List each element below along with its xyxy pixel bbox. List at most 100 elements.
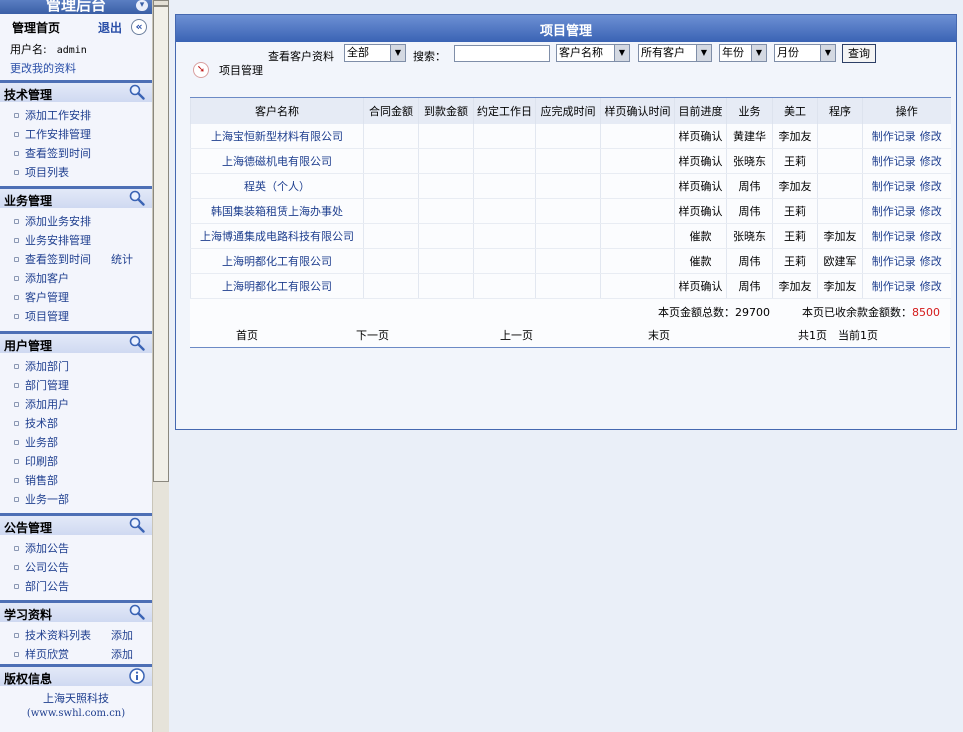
sidebar-item[interactable]: 业务部 — [0, 433, 152, 452]
production-record-link[interactable]: 制作记录 — [872, 130, 916, 143]
sidebar-item[interactable]: 技术资料列表 添加 — [0, 626, 152, 645]
edit-link[interactable]: 修改 — [920, 230, 942, 243]
month-select[interactable]: 月份 ▼ — [774, 44, 836, 62]
cell-client[interactable]: 上海德磁机电有限公司 — [190, 148, 364, 174]
home-link[interactable]: 管理首页 — [12, 19, 60, 36]
scroll-thumb[interactable] — [153, 6, 169, 482]
sidebar-item-label[interactable]: 添加工作安排 — [25, 106, 91, 125]
sidebar-item-label[interactable]: 样页欣赏 — [25, 645, 69, 664]
copyright-company[interactable]: 上海天照科技 — [0, 690, 152, 706]
collapse-sidebar-icon[interactable]: « — [131, 19, 147, 35]
year-select[interactable]: 年份 ▼ — [719, 44, 767, 62]
sidebar-item-label[interactable]: 客户管理 — [25, 288, 69, 307]
sidebar-section-header[interactable]: 公告管理 — [0, 513, 152, 535]
sidebar-item-label[interactable]: 公司公告 — [25, 558, 69, 577]
sidebar-item[interactable]: 客户管理 — [0, 288, 152, 307]
table-row: 上海明都化工有限公司 催款 周伟 王莉 欧建军 制作记录 修改 — [190, 248, 951, 274]
production-record-link[interactable]: 制作记录 — [872, 255, 916, 268]
sidebar-item[interactable]: 添加用户 — [0, 395, 152, 414]
sidebar-section-title: 公告管理 — [4, 521, 53, 535]
sidebar-item[interactable]: 销售部 — [0, 471, 152, 490]
sidebar-item[interactable]: 添加业务安排 — [0, 212, 152, 231]
sidebar-item[interactable]: 印刷部 — [0, 452, 152, 471]
sidebar-item-label[interactable]: 部门公告 — [25, 577, 69, 596]
sidebar-item[interactable]: 查看签到时间 — [0, 144, 152, 163]
cell-client[interactable]: 上海博通集成电路科技有限公司 — [190, 223, 364, 249]
sidebar-item[interactable]: 业务一部 — [0, 490, 152, 509]
sidebar-scrollbar[interactable] — [152, 0, 169, 732]
cell-client[interactable]: 上海宝恒新型材料有限公司 — [190, 123, 364, 149]
sidebar-section-header[interactable]: 用户管理 — [0, 331, 152, 353]
sidebar-item[interactable]: 部门公告 — [0, 577, 152, 596]
sidebar-item[interactable]: 工作安排管理 — [0, 125, 152, 144]
client-select[interactable]: 所有客户 ▼ — [638, 44, 712, 62]
sidebar-item-label[interactable]: 添加客户 — [25, 269, 69, 288]
scope-select[interactable]: 全部 ▼ — [344, 44, 406, 62]
sidebar-item[interactable]: 项目列表 — [0, 163, 152, 182]
sidebar-item-label[interactable]: 业务安排管理 — [25, 231, 91, 250]
sidebar-item-label[interactable]: 添加部门 — [25, 357, 69, 376]
production-record-link[interactable]: 制作记录 — [872, 155, 916, 168]
sidebar-item-label[interactable]: 技术部 — [25, 414, 58, 433]
production-record-link[interactable]: 制作记录 — [872, 180, 916, 193]
sidebar-item-label[interactable]: 查看签到时间 — [25, 144, 91, 163]
edit-link[interactable]: 修改 — [920, 280, 942, 293]
sidebar-item[interactable]: 样页欣赏 添加 — [0, 645, 152, 664]
sidebar-item-label[interactable]: 业务部 — [25, 433, 58, 452]
sidebar-item-label[interactable]: 部门管理 — [25, 376, 69, 395]
sidebar-item[interactable]: 查看签到时间 统计 — [0, 250, 152, 269]
edit-link[interactable]: 修改 — [920, 255, 942, 268]
sidebar-item-label[interactable]: 添加公告 — [25, 539, 69, 558]
cell-client[interactable]: 程英（个人） — [190, 173, 364, 199]
sidebar-item-label[interactable]: 项目列表 — [25, 163, 69, 182]
sidebar-item[interactable]: 添加部门 — [0, 357, 152, 376]
sidebar-item-label[interactable]: 业务一部 — [25, 490, 69, 509]
sidebar-item[interactable]: 业务安排管理 — [0, 231, 152, 250]
edit-link[interactable]: 修改 — [920, 155, 942, 168]
search-input[interactable] — [454, 45, 550, 62]
query-button[interactable]: 查询 — [842, 44, 876, 63]
logout-link[interactable]: 退出 — [98, 19, 122, 36]
edit-link[interactable]: 修改 — [920, 205, 942, 218]
bullet-icon — [14, 295, 19, 300]
edit-link[interactable]: 修改 — [920, 180, 942, 193]
sidebar-item-label[interactable]: 技术资料列表 — [25, 626, 91, 645]
last-page-link[interactable]: 末页 — [648, 327, 670, 343]
sidebar-item-label[interactable]: 项目管理 — [25, 307, 69, 326]
next-page-link[interactable]: 下一页 — [356, 327, 389, 343]
sidebar-item-extra-link[interactable]: 添加 — [111, 645, 133, 664]
sidebar-item[interactable]: 添加公告 — [0, 539, 152, 558]
sidebar-section-header[interactable]: 业务管理 — [0, 186, 152, 208]
sidebar-item-label[interactable]: 工作安排管理 — [25, 125, 91, 144]
copyright-site[interactable]: (www.swhl.com.cn) — [0, 708, 152, 719]
cell-client[interactable]: 韩国集装箱租赁上海办事处 — [190, 198, 364, 224]
bullet-icon — [14, 421, 19, 426]
sidebar-item[interactable]: 公司公告 — [0, 558, 152, 577]
sidebar-item-label[interactable]: 添加业务安排 — [25, 212, 91, 231]
production-record-link[interactable]: 制作记录 — [872, 230, 916, 243]
sidebar-section-header[interactable]: 学习资料 — [0, 600, 152, 622]
sidebar-item[interactable]: 部门管理 — [0, 376, 152, 395]
sidebar-item[interactable]: 添加工作安排 — [0, 106, 152, 125]
sidebar-item-label[interactable]: 印刷部 — [25, 452, 58, 471]
cell-client[interactable]: 上海明都化工有限公司 — [190, 248, 364, 274]
production-record-link[interactable]: 制作记录 — [872, 280, 916, 293]
sidebar-item[interactable]: 项目管理 — [0, 307, 152, 326]
sidebar-section-header[interactable]: 版权信息 — [0, 664, 152, 686]
field-select[interactable]: 客户名称 ▼ — [556, 44, 630, 62]
sidebar-item-extra-link[interactable]: 统计 — [111, 250, 133, 269]
sidebar-item[interactable]: 添加客户 — [0, 269, 152, 288]
sidebar-item-label[interactable]: 销售部 — [25, 471, 58, 490]
cell-client[interactable]: 上海明都化工有限公司 — [190, 273, 364, 299]
sidebar-item-label[interactable]: 添加用户 — [25, 395, 69, 414]
sidebar-item-extra-link[interactable]: 添加 — [111, 626, 133, 645]
production-record-link[interactable]: 制作记录 — [872, 205, 916, 218]
first-page-link[interactable]: 首页 — [236, 327, 258, 343]
sidebar-item-label[interactable]: 查看签到时间 — [25, 250, 91, 269]
prev-page-link[interactable]: 上一页 — [500, 327, 533, 343]
sidebar-item[interactable]: 技术部 — [0, 414, 152, 433]
sidebar-section-header[interactable]: 技术管理 — [0, 80, 152, 102]
edit-link[interactable]: 修改 — [920, 130, 942, 143]
edit-profile-link[interactable]: 更改我的资料 — [10, 60, 76, 76]
chevron-down-icon[interactable]: ▾ — [136, 0, 148, 11]
